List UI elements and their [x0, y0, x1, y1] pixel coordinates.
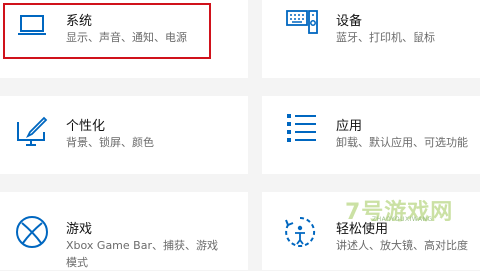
watermark-subtext: ZHAOYOUXIWANG [372, 216, 433, 223]
tile-devices[interactable]: 设备 蓝牙、打印机、鼠标 [262, 0, 480, 78]
tile-apps[interactable]: 应用 卸载、默认应用、可选功能 [262, 96, 480, 174]
keyboard-speaker-icon [284, 6, 320, 42]
tile-gaming[interactable]: 游戏 Xbox Game Bar、捕获、游戏 模式 [0, 192, 248, 270]
app-list-icon [284, 110, 320, 146]
tile-desc: Xbox Game Bar、捕获、游戏 [66, 239, 218, 252]
laptop-icon [14, 10, 50, 46]
tile-desc: 背景、锁屏、颜色 [66, 136, 154, 149]
tile-title: 游戏 [66, 222, 93, 237]
tile-system[interactable]: 系统 显示、声音、通知、电源 [0, 0, 248, 78]
tile-title: 个性化 [66, 119, 106, 134]
tile-desc: 卸载、默认应用、可选功能 [336, 136, 468, 149]
tile-personalization[interactable]: 个性化 背景、锁屏、颜色 [0, 96, 248, 174]
tile-title: 设备 [336, 14, 363, 29]
ease-of-access-icon [282, 214, 318, 250]
tile-title: 应用 [336, 119, 363, 134]
tile-title: 系统 [66, 14, 93, 29]
tile-desc: 显示、声音、通知、电源 [66, 31, 187, 44]
paint-monitor-icon [14, 114, 50, 150]
tile-desc: 讲述人、放大镜、高对比度 [336, 239, 468, 252]
tile-desc: 蓝牙、打印机、鼠标 [336, 31, 435, 44]
xbox-icon [14, 214, 50, 250]
tile-desc-line2: 模式 [66, 256, 88, 269]
